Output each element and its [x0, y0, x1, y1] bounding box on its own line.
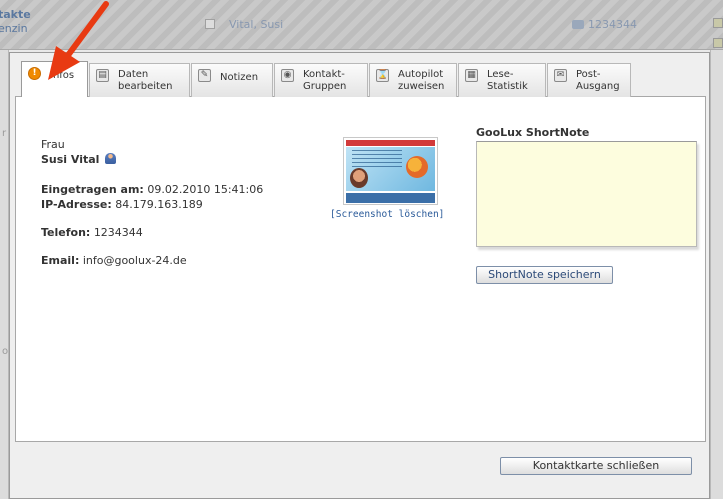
- tab-label: Daten bearbeiten: [118, 69, 173, 92]
- tab-lese-statistik[interactable]: ▦ Lese- Statistik: [458, 63, 546, 97]
- contact-name: Susi Vital: [41, 153, 100, 166]
- tab-label: Kontakt- Gruppen: [303, 69, 347, 92]
- registered-label: Eingetragen am:: [41, 183, 144, 196]
- thumbnail-text-lines: [352, 150, 402, 168]
- tab-label: Lese- Statistik: [487, 69, 528, 92]
- background-nav-subtitle: enzin: [0, 22, 28, 35]
- info-icon: !: [28, 67, 41, 80]
- thumbnail-header: [346, 140, 435, 146]
- registered-row: Eingetragen am: 09.02.2010 15:41:06: [41, 182, 263, 197]
- shortnote-title: GooLux ShortNote: [476, 126, 590, 139]
- delete-screenshot-link[interactable]: [Screenshot löschen]: [330, 209, 444, 220]
- notes-icon: ✎: [198, 69, 211, 82]
- ip-label: IP-Adresse:: [41, 198, 112, 211]
- tab-notizen[interactable]: ✎ Notizen: [191, 63, 273, 97]
- close-contact-card-button[interactable]: Kontaktkarte schließen: [500, 457, 692, 475]
- tab-label: Notizen: [220, 72, 259, 83]
- tab-infos[interactable]: ! Infos: [21, 61, 88, 98]
- email-label: Email:: [41, 254, 80, 267]
- tab-label: Post- Ausgang: [576, 69, 620, 92]
- background-left-column: r o: [0, 50, 9, 499]
- tab-daten-bearbeiten[interactable]: ▤ Daten bearbeiten: [89, 63, 190, 97]
- outbox-icon: ✉: [554, 69, 567, 82]
- phone-label: Telefon:: [41, 226, 91, 239]
- salutation: Frau: [41, 138, 65, 151]
- phone-row: Telefon: 1234344: [41, 225, 263, 240]
- tab-label: Autopilot zuweisen: [398, 69, 445, 92]
- tab-bar: ! Infos ▤ Daten bearbeiten ✎ Notizen ◉ K…: [15, 61, 706, 98]
- phone-value: 1234344: [93, 226, 143, 239]
- tab-label: Infos: [50, 70, 75, 81]
- thumbnail-fruit-image: [406, 156, 428, 178]
- thumbnail-face-image: [350, 168, 368, 188]
- person-icon: [105, 153, 117, 164]
- screenshot-thumbnail[interactable]: [343, 137, 438, 205]
- ip-value: 84.179.163.189: [115, 198, 203, 211]
- shortnote-textarea[interactable]: [476, 141, 697, 247]
- contact-card-dialog: ! Infos ▤ Daten bearbeiten ✎ Notizen ◉ K…: [9, 52, 710, 499]
- background-icon: [713, 18, 723, 28]
- tab-post-ausgang[interactable]: ✉ Post- Ausgang: [547, 63, 631, 97]
- groups-icon: ◉: [281, 69, 294, 82]
- tab-autopilot-zuweisen[interactable]: ⌛ Autopilot zuweisen: [369, 63, 457, 97]
- email-value: info@goolux-24.de: [82, 254, 187, 267]
- contact-info: Frau Susi Vital Eingetragen am: 09.02.20…: [41, 137, 263, 268]
- edit-data-icon: ▤: [96, 69, 109, 82]
- background-nav: takte enzin: [0, 0, 60, 50]
- save-shortnote-button[interactable]: ShortNote speichern: [476, 266, 613, 284]
- ip-row: IP-Adresse: 84.179.163.189: [41, 197, 263, 212]
- background-mark: o: [2, 346, 9, 357]
- contact-name-row: Susi Vital: [41, 152, 263, 167]
- tab-kontakt-gruppen[interactable]: ◉ Kontakt- Gruppen: [274, 63, 368, 97]
- background-nav-title: takte: [0, 8, 31, 21]
- registered-value: 09.02.2010 15:41:06: [147, 183, 264, 196]
- autopilot-icon: ⌛: [376, 69, 389, 82]
- background-checkbox: [205, 19, 215, 29]
- background-icon: [713, 38, 723, 48]
- background-right-column: [710, 18, 723, 499]
- thumbnail-footer: [346, 193, 435, 203]
- background-contact-name: Vital, Susi: [205, 18, 283, 31]
- background-contact-phone: 1234344: [572, 18, 637, 31]
- phone-icon: [572, 20, 584, 29]
- read-stats-icon: ▦: [465, 69, 478, 82]
- background-mark: r: [2, 128, 7, 139]
- email-row: Email: info@goolux-24.de: [41, 253, 263, 268]
